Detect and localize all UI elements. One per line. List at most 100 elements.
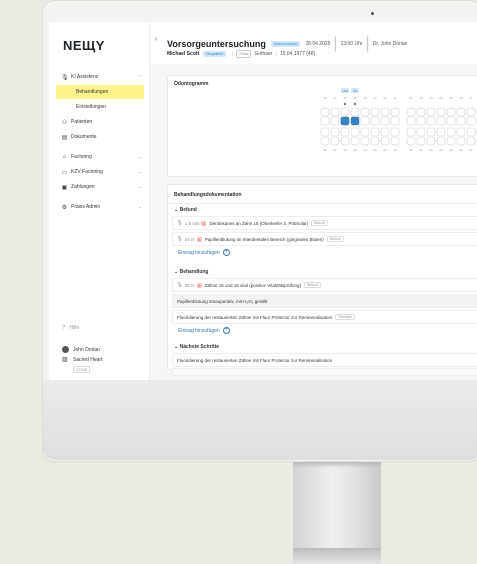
tooth-root: [416, 107, 426, 117]
tooth-status-label: LZD: [342, 89, 349, 93]
behandlung-entry[interactable]: 🎙 38 m × Zähne 15 und 16 vital (positive…: [172, 278, 477, 292]
tooth-crown: [406, 116, 416, 126]
tooth-root: [406, 136, 416, 146]
tooth-crown: [416, 127, 426, 137]
help-link[interactable]: ? Hilfe: [62, 325, 142, 331]
tooth-crown: [416, 116, 426, 126]
sidebar-item-label: Factoring: [71, 154, 92, 160]
sidebar-item-patienten[interactable]: ⚇ Patienten: [56, 115, 144, 129]
tooth-number-label: 34: [439, 148, 443, 152]
tooth-crown: [436, 116, 446, 126]
tooth-root: [330, 107, 340, 117]
befund-entry[interactable]: 🎙 1.5 min × Dentinkaries an Zahn 15 (Obe…: [172, 216, 477, 230]
plus-icon: +: [222, 249, 230, 256]
delete-icon[interactable]: ×: [196, 236, 202, 242]
patient-name[interactable]: Michael Scott: [167, 51, 199, 57]
tooth-root: [340, 107, 350, 117]
avatar: [62, 346, 69, 353]
stand-foot: [293, 548, 381, 564]
add-befund-entry-button[interactable]: Eintrag hinzufügen +: [178, 249, 230, 256]
entry-time: 38 m: [184, 282, 195, 288]
tooth-number-label: 31: [409, 148, 413, 152]
tooth-number-label: 32: [419, 148, 423, 152]
tooth-number-label: 12: [383, 96, 387, 100]
help-label: Hilfe: [69, 325, 80, 331]
behandlung-entry-editing[interactable]: Papillenblutung intraoperativ, mit H₂O₂ …: [172, 294, 477, 308]
tooth-number-label: 46: [343, 148, 347, 152]
sidebar-item-label: Behandlungen: [76, 89, 109, 95]
sidebar-item-kzv-factoring[interactable]: ▭ KZV Factoring ⌄: [56, 165, 144, 179]
odontogramm-title: Odontogramm: [174, 81, 209, 87]
tooth-crown: [466, 116, 476, 126]
payment-icon: ▣: [61, 184, 68, 191]
entry-time: 24 m: [184, 236, 195, 242]
tooth-root: [370, 107, 380, 117]
sidebar-item-ki-assistenz[interactable]: 🎙 KI Assistenz ⌃: [56, 70, 144, 84]
entry-text: Fluoridierung der restaurierten Zähne mi…: [177, 314, 333, 320]
tooth-crown: [330, 116, 340, 126]
tooth-crown: [446, 116, 456, 126]
section-naechste-schritte[interactable]: ⌄ Nächste Schritte: [174, 344, 219, 350]
back-button[interactable]: ‹: [155, 36, 157, 43]
next-step-entry[interactable]: Fluoridierung der restaurierten Zähne mi…: [172, 353, 477, 367]
tooth-root: [380, 136, 390, 146]
tooth-crown: [360, 127, 370, 137]
section-befund[interactable]: ⌄ Befund: [174, 207, 197, 213]
entry-time: 1.5 min: [184, 220, 200, 226]
practice-switcher[interactable]: ▥ Sacred Heart: [62, 356, 142, 364]
tooth-crown: [390, 127, 400, 137]
document-icon: ▤: [61, 134, 68, 141]
tooth-root: [436, 107, 446, 117]
add-behandlung-entry-button[interactable]: Eintrag hinzufügen +: [178, 327, 230, 334]
befund-entry[interactable]: 🎙 24 m × Papillenblutung im Interdentale…: [172, 232, 477, 246]
camera-dot: [371, 12, 374, 15]
tooth-crown: [360, 116, 370, 126]
add-label: Eintrag hinzufügen: [178, 249, 220, 256]
sidebar-item-behandlungen[interactable]: Behandlungen: [56, 85, 144, 99]
sidebar-item-label: KZV Factoring: [71, 169, 103, 175]
tooth-number-label: 18: [323, 96, 327, 100]
tooth-root: [330, 136, 340, 146]
tooth-crown: [370, 116, 380, 126]
input-placeholder-bar[interactable]: [172, 368, 477, 376]
delete-icon[interactable]: ×: [201, 220, 207, 226]
tooth-crown: [436, 127, 446, 137]
tooth-root: [416, 136, 426, 146]
insurance-badge: Privat: [236, 50, 252, 58]
practice-badge: 12345: [73, 366, 91, 373]
section-behandlung[interactable]: ⌄ Behandlung: [174, 269, 208, 275]
chevron-down-icon: ⌄: [138, 154, 142, 159]
plus-icon: +: [222, 327, 230, 334]
sidebar-item-praxis-admin[interactable]: ⚙ Praxis Admin ⌄: [56, 200, 144, 214]
tooth-number-label: 17: [333, 96, 337, 100]
entry-text: Dentinkaries an Zahn 15 (Oberkiefer 2. P…: [209, 220, 309, 226]
tooth-marker: [353, 102, 357, 106]
separator: |: [275, 51, 277, 57]
patient-row: Michael Scott Neupatient | Privat Gothae…: [167, 50, 315, 58]
odontogramm-chart[interactable]: LZDVZ18171615141312112122232425262728484…: [168, 88, 477, 178]
sidebar-item-dokumente[interactable]: ▤ Dokumente: [56, 130, 144, 144]
tooth-crown: [380, 127, 390, 137]
section-heading: Befund: [179, 207, 197, 213]
tooth-number-label: 14: [363, 96, 367, 100]
app-screen: NEЩY 🎙 KI Assistenz ⌃ Behandlungen Einst…: [49, 22, 477, 380]
tooth-crown: [350, 116, 360, 126]
tooth-crown: [456, 116, 466, 126]
sidebar-item-einstellungen[interactable]: Einstellungen: [56, 100, 144, 114]
user-menu[interactable]: John Dorian: [62, 346, 142, 353]
chevron-down-icon: ⌄: [138, 169, 142, 174]
tooth-number-label: 43: [373, 148, 377, 152]
tooth-root: [360, 107, 370, 117]
building-icon: ▥: [62, 357, 68, 363]
users-icon: ⚇: [61, 119, 68, 126]
sidebar-item-zahlungen[interactable]: ▣ Zahlungen ⌄: [56, 180, 144, 194]
sidebar-item-factoring[interactable]: ⌂ Factoring ⌄: [56, 150, 144, 164]
delete-icon[interactable]: ×: [196, 282, 202, 288]
tooth-crown: [320, 116, 330, 126]
behandlung-entry[interactable]: Fluoridierung der restaurierten Zähne mi…: [172, 310, 477, 324]
tooth-number-label: 27: [469, 96, 473, 100]
tooth-root: [390, 107, 400, 117]
tooth-number-label: 22: [419, 96, 423, 100]
main-content: ‹ Vorsorgeuntersuchung Dokumentation 28.…: [150, 22, 477, 380]
doctor-name: Dr. John Dorian: [372, 41, 408, 47]
